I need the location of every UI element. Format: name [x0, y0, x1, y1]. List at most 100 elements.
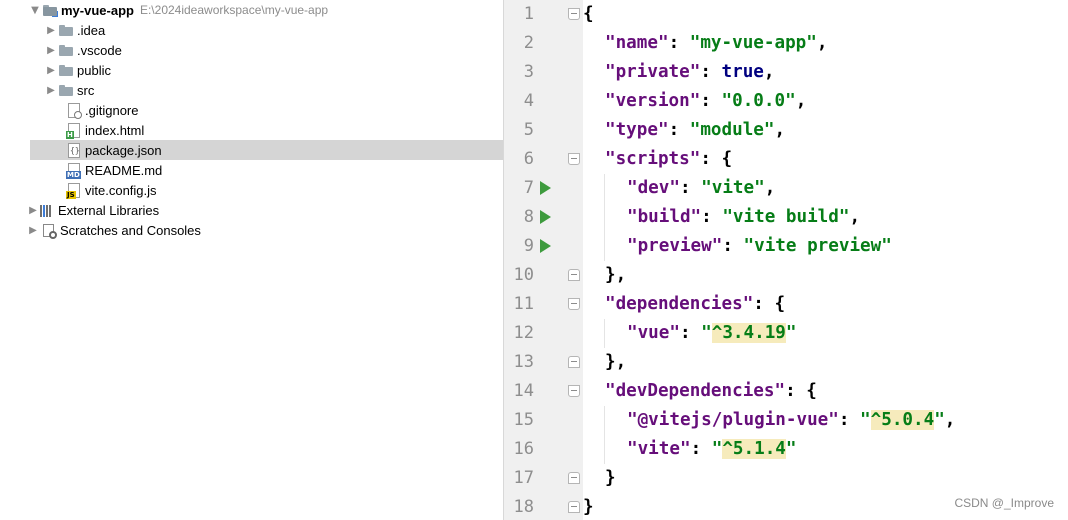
- code-token: :: [838, 410, 861, 430]
- code-line: "vite": "^5.1.4": [627, 435, 797, 464]
- tree-item-label: README.md: [85, 162, 163, 178]
- code-line: },: [605, 261, 626, 290]
- line-number: 6: [523, 149, 534, 169]
- line-number: 17: [513, 468, 534, 488]
- tree-item-readme[interactable]: MD README.md: [0, 160, 503, 180]
- libraries-icon: [40, 202, 56, 218]
- code-token: ,: [774, 120, 786, 140]
- tree-item-label: .idea: [77, 22, 106, 38]
- chevron-right-icon[interactable]: ▶: [44, 20, 58, 40]
- code-token: :: [700, 91, 722, 111]
- code-token: "my-vue-app": [689, 33, 817, 53]
- code-token: "vue": [627, 323, 680, 343]
- markdown-file-icon: MD: [66, 162, 81, 179]
- tree-item-label: src: [77, 82, 95, 98]
- chevron-right-icon[interactable]: ▶: [44, 60, 58, 80]
- fold-collapse-icon[interactable]: [568, 385, 580, 397]
- code-token: ": [934, 410, 945, 430]
- tree-row-root[interactable]: ▼ my-vue-app E:\2024ideaworkspace\my-vue…: [0, 0, 503, 20]
- code-token: :: [722, 236, 744, 256]
- project-root-label: my-vue-app: [61, 2, 134, 18]
- tree-item-gitignore[interactable]: .gitignore: [0, 100, 503, 120]
- chevron-right-icon[interactable]: ▶: [26, 220, 40, 240]
- line-number: 15: [513, 410, 534, 430]
- code-token: :: [700, 62, 722, 82]
- code-token: "devDependencies": [605, 381, 786, 401]
- watermark: CSDN @_Improve: [954, 496, 1054, 510]
- line-number: 7: [523, 178, 534, 198]
- tree-item-src[interactable]: ▶ src: [0, 80, 503, 100]
- code-editor[interactable]: {"name": "my-vue-app", "private": true, "v…: [583, 0, 1068, 520]
- fold-collapse-icon[interactable]: [568, 298, 580, 310]
- code-line: "build": "vite build",: [627, 203, 860, 232]
- gitignore-file-icon: [68, 102, 82, 119]
- tree-item-idea[interactable]: ▶ .idea: [0, 20, 503, 40]
- line-number: 8: [523, 207, 534, 227]
- chevron-right-icon[interactable]: ▶: [26, 200, 40, 220]
- tree-item-vscode[interactable]: ▶ .vscode: [0, 40, 503, 60]
- tree-item-index-html[interactable]: H index.html: [0, 120, 503, 140]
- code-token: "module": [689, 120, 775, 140]
- project-tree: ▼ my-vue-app E:\2024ideaworkspace\my-vue…: [0, 0, 503, 520]
- code-token: "type": [605, 120, 669, 140]
- run-script-icon[interactable]: [540, 239, 551, 253]
- code-token: :: [679, 178, 702, 198]
- code-token: "vite build": [722, 207, 850, 227]
- line-number: 5: [523, 120, 534, 140]
- code-token: "private": [605, 62, 701, 82]
- tree-item-external-libraries[interactable]: ▶ External Libraries: [0, 200, 503, 220]
- tree-item-vite-config[interactable]: JS vite.config.js: [0, 180, 503, 200]
- fold-end-icon[interactable]: [568, 501, 580, 513]
- code-token: : {: [700, 149, 733, 169]
- line-number: 4: [523, 91, 534, 111]
- code-line: "private": true,: [605, 58, 775, 87]
- code-line: "scripts": {: [605, 145, 732, 174]
- fold-collapse-icon[interactable]: [568, 8, 580, 20]
- code-token: "vite": [627, 439, 691, 459]
- code-token: ,: [944, 410, 956, 430]
- line-number: 14: [513, 381, 534, 401]
- indent-guide: [604, 174, 605, 261]
- editor-gutter: 1 2 3 4 5 6 7 8 9 10 11 12 13 14 15 16 17 18: [503, 0, 583, 520]
- line-number: 12: [513, 323, 534, 343]
- code-token: ,: [849, 207, 861, 227]
- code-token: "dev": [627, 178, 680, 198]
- fold-collapse-icon[interactable]: [568, 153, 580, 165]
- tree-item-public[interactable]: ▶ public: [0, 60, 503, 80]
- code-token: "scripts": [605, 149, 701, 169]
- code-line: "name": "my-vue-app",: [605, 29, 827, 58]
- code-token: ": [785, 323, 797, 343]
- tree-item-label: External Libraries: [58, 202, 160, 218]
- code-token: },: [605, 352, 627, 372]
- code-token: :: [668, 120, 690, 140]
- code-line: {: [583, 0, 594, 29]
- code-token: }: [583, 497, 594, 517]
- tree-item-scratches[interactable]: ▶ Scratches and Consoles: [0, 220, 503, 240]
- folder-icon: [58, 22, 74, 38]
- code-line: "@vitejs/plugin-vue": "^5.0.4",: [627, 406, 955, 435]
- code-token: : {: [753, 294, 786, 314]
- code-token: "preview": [627, 236, 723, 256]
- fold-end-icon[interactable]: [568, 356, 580, 368]
- line-number: 1: [523, 4, 534, 24]
- run-script-icon[interactable]: [540, 210, 551, 224]
- tree-item-label: index.html: [85, 122, 145, 138]
- tree-item-package-json[interactable]: {} package.json: [30, 140, 503, 160]
- json-file-icon: {}: [68, 142, 80, 158]
- code-token: "build": [627, 207, 702, 227]
- code-token: "name": [605, 33, 669, 53]
- code-token: :: [668, 33, 690, 53]
- fold-end-icon[interactable]: [568, 269, 580, 281]
- chevron-right-icon[interactable]: ▶: [44, 80, 58, 100]
- run-script-icon[interactable]: [540, 181, 551, 195]
- code-token: ": [785, 439, 797, 459]
- chevron-down-icon[interactable]: ▼: [28, 0, 42, 20]
- project-root-path: E:\2024ideaworkspace\my-vue-app: [139, 3, 329, 17]
- code-line: "dependencies": {: [605, 290, 785, 319]
- chevron-right-icon[interactable]: ▶: [44, 40, 58, 60]
- code-token: ": [701, 323, 712, 343]
- code-token: ,: [763, 62, 775, 82]
- code-token: true: [721, 62, 764, 82]
- indent-guide: [604, 319, 605, 348]
- fold-end-icon[interactable]: [568, 472, 580, 484]
